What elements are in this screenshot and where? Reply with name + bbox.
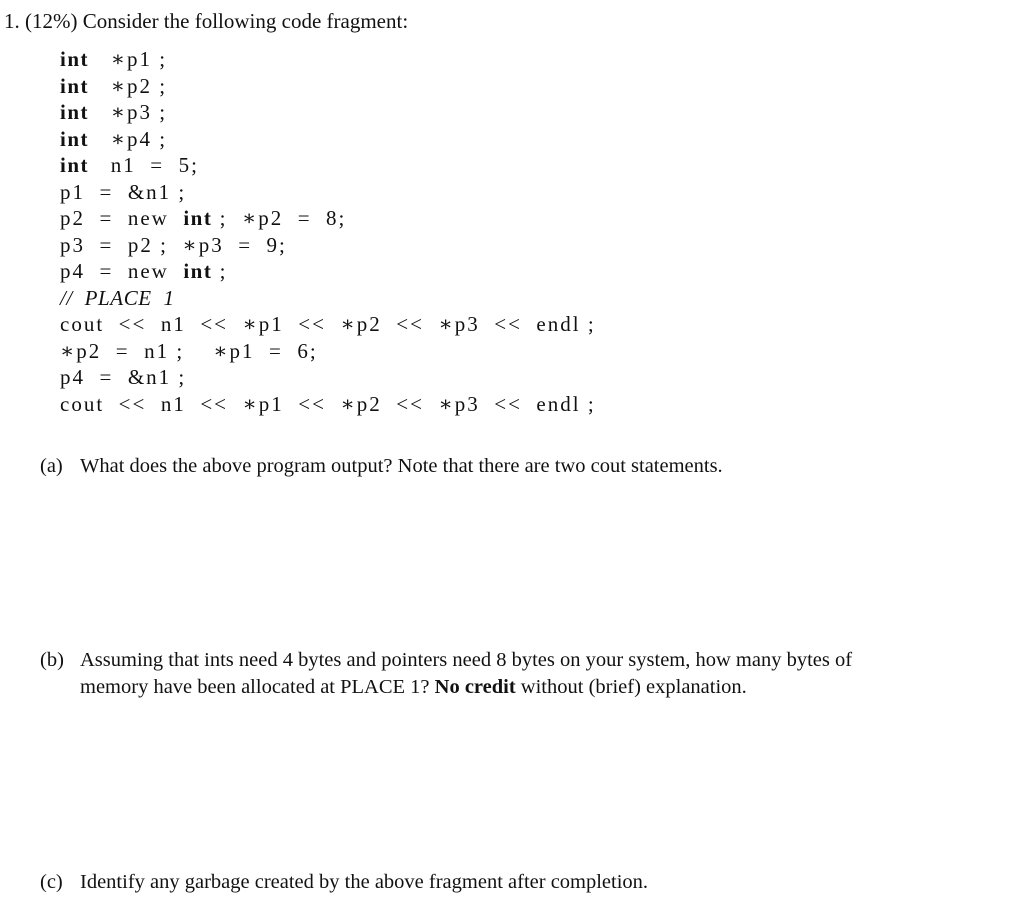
code-text: ∗p2 ; (89, 73, 168, 98)
code-line: int ∗p3 ; (60, 99, 596, 126)
code-line: p2 = new int ; ∗p2 = 8; (60, 205, 596, 232)
code-fragment: int ∗p1 ; int ∗p2 ; int ∗p3 ; int ∗p4 ; int … (60, 46, 596, 417)
code-line: int ∗p1 ; (60, 46, 596, 73)
part-b-text-line1: Assuming that ints need 4 bytes and poin… (80, 649, 853, 671)
part-c: (c) Identify any garbage created by the a… (40, 869, 1015, 896)
part-a-label: (a) (40, 455, 63, 477)
code-keyword: int (60, 73, 90, 98)
question-weight: (12%) (25, 9, 78, 33)
code-line: cout << n1 << ∗p1 << ∗p2 << ∗p3 << endl … (60, 391, 596, 418)
part-c-text: Identify any garbage created by the abov… (80, 871, 649, 893)
code-line: p4 = new int ; (60, 258, 596, 285)
code-keyword: int (60, 126, 90, 151)
code-keyword: int (60, 47, 90, 71)
part-c-label: (c) (40, 871, 63, 893)
code-line: p4 = &n1 ; (60, 364, 596, 391)
code-line: ∗p2 = n1 ; ∗p1 = 6; (60, 338, 596, 365)
code-keyword: int (183, 259, 213, 283)
code-keyword: int (60, 100, 90, 124)
part-a: (a) What does the above program output? N… (40, 453, 1015, 480)
code-text: ; (212, 259, 228, 283)
code-text: n1 = 5; (89, 153, 199, 177)
code-line: p3 = p2 ; ∗p3 = 9; (60, 232, 596, 259)
code-line: cout << n1 << ∗p1 << ∗p2 << ∗p3 << endl … (60, 311, 596, 338)
part-b-text-before: memory have been allocated at PLACE 1? (80, 676, 435, 698)
code-text: cout << n1 << ∗p1 << ∗p2 << ∗p3 << endl … (60, 391, 596, 416)
code-line: int ∗p2 ; (60, 73, 596, 100)
part-b-bold-text: No credit (434, 676, 516, 698)
part-b-text-after: without (brief) explanation. (515, 676, 747, 698)
code-keyword: int (60, 153, 90, 177)
code-comment: // PLACE 1 (60, 285, 175, 310)
code-text: p2 = new (60, 206, 184, 230)
code-text: ∗p4 ; (89, 126, 168, 151)
part-b-text-line2: memory have been allocated at PLACE 1? N… (40, 674, 1015, 701)
code-text: cout << n1 << ∗p1 << ∗p2 << ∗p3 << endl … (60, 312, 596, 336)
question-prompt: Consider the following code fragment: (82, 9, 409, 33)
question-header: 1. (12%) Consider the following code fra… (4, 8, 408, 34)
question-number: 1. (4, 9, 20, 33)
code-line: int ∗p4 ; (60, 126, 596, 153)
part-b-label: (b) (40, 649, 64, 671)
code-line: p1 = &n1 ; (60, 179, 596, 206)
code-text: ; ∗p2 = 8; (212, 206, 347, 230)
code-text: ∗p1 ; (89, 47, 168, 71)
code-line: int n1 = 5; (60, 152, 596, 179)
code-keyword: int (183, 206, 213, 230)
code-line: // PLACE 1 (60, 285, 596, 312)
code-text: p3 = p2 ; ∗p3 = 9; (60, 232, 287, 257)
code-text: p1 = &n1 ; (60, 179, 187, 204)
code-text: p4 = new (60, 259, 184, 283)
part-b: (b) Assuming that ints need 4 bytes and p… (40, 647, 1015, 701)
part-a-text: What does the above program output? Note… (80, 455, 723, 477)
code-text: ∗p3 ; (89, 100, 168, 124)
code-text: ∗p2 = n1 ; ∗p1 = 6; (60, 338, 318, 363)
code-text: p4 = &n1 ; (60, 365, 187, 389)
